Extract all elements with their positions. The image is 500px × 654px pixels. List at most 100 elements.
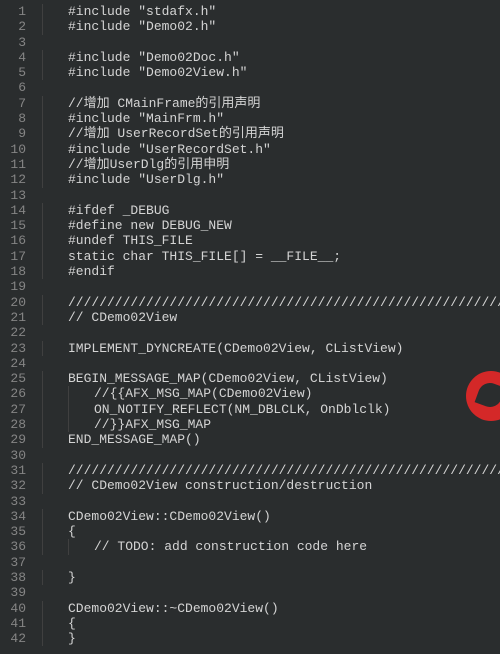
indent-guide — [42, 341, 68, 356]
code-line[interactable]: END_MESSAGE_MAP() — [42, 432, 500, 447]
indent-guide — [42, 65, 68, 80]
code-line[interactable]: #include "Demo02.h" — [42, 19, 500, 34]
indent-guide — [42, 249, 68, 264]
code-editor[interactable]: 1234567891011121314151617181920212223242… — [0, 0, 500, 654]
indent-guide — [42, 601, 68, 616]
code-line[interactable]: { — [42, 524, 500, 539]
code-text: // TODO: add construction code here — [94, 539, 367, 554]
code-line[interactable]: BEGIN_MESSAGE_MAP(CDemo02View, CListView… — [42, 371, 500, 386]
code-line[interactable]: // CDemo02View construction/destruction — [42, 478, 500, 493]
indent-guide — [68, 386, 94, 401]
code-text: { — [68, 524, 76, 539]
code-line[interactable]: #undef THIS_FILE — [42, 233, 500, 248]
code-line[interactable] — [42, 188, 500, 203]
indent-guide — [42, 509, 68, 524]
line-number: 21 — [8, 310, 26, 325]
line-number: 1 — [8, 4, 26, 19]
indent-guide — [42, 142, 68, 157]
code-text: #ifdef _DEBUG — [68, 203, 169, 218]
code-line[interactable] — [42, 325, 500, 340]
line-number: 41 — [8, 616, 26, 631]
code-line[interactable] — [42, 494, 500, 509]
code-line[interactable]: #include "UserDlg.h" — [42, 172, 500, 187]
indent-guide — [42, 463, 68, 478]
indent-guide — [42, 264, 68, 279]
code-line[interactable]: #include "stdafx.h" — [42, 4, 500, 19]
code-area[interactable]: #include "stdafx.h"#include "Demo02.h" #i… — [36, 0, 500, 654]
code-line[interactable]: // CDemo02View — [42, 310, 500, 325]
code-line[interactable]: ////////////////////////////////////////… — [42, 295, 500, 310]
code-line[interactable]: #define new DEBUG_NEW — [42, 218, 500, 233]
code-line[interactable] — [42, 279, 500, 294]
code-line[interactable]: ////////////////////////////////////////… — [42, 463, 500, 478]
indent-guide — [42, 50, 68, 65]
code-line[interactable] — [42, 585, 500, 600]
code-line[interactable]: //增加UserDlg的引用申明 — [42, 157, 500, 172]
code-line[interactable]: { — [42, 616, 500, 631]
code-text: BEGIN_MESSAGE_MAP(CDemo02View, CListView… — [68, 371, 388, 386]
code-line[interactable] — [42, 35, 500, 50]
code-line[interactable] — [42, 80, 500, 95]
line-number: 33 — [8, 494, 26, 509]
line-number: 20 — [8, 295, 26, 310]
line-number: 17 — [8, 249, 26, 264]
code-line[interactable]: #include "UserRecordSet.h" — [42, 142, 500, 157]
line-number: 7 — [8, 96, 26, 111]
indent-guide — [42, 386, 68, 401]
code-text: #include "Demo02Doc.h" — [68, 50, 240, 65]
line-number: 18 — [8, 264, 26, 279]
code-line[interactable]: //}}AFX_MSG_MAP — [42, 417, 500, 432]
code-text: // CDemo02View — [68, 310, 177, 325]
indent-guide — [42, 203, 68, 218]
indent-guide — [42, 417, 68, 432]
line-number: 4 — [8, 50, 26, 65]
code-text: //}}AFX_MSG_MAP — [94, 417, 211, 432]
code-line[interactable]: #include "Demo02Doc.h" — [42, 50, 500, 65]
indent-guide — [42, 218, 68, 233]
indent-guide — [68, 402, 94, 417]
indent-guide — [42, 126, 68, 141]
code-line[interactable]: #ifdef _DEBUG — [42, 203, 500, 218]
line-number: 15 — [8, 218, 26, 233]
line-number: 25 — [8, 371, 26, 386]
code-line[interactable]: //增加 UserRecordSet的引用声明 — [42, 126, 500, 141]
indent-guide — [42, 402, 68, 417]
indent-guide — [42, 310, 68, 325]
line-number: 42 — [8, 631, 26, 646]
code-line[interactable] — [42, 448, 500, 463]
code-line[interactable]: } — [42, 570, 500, 585]
line-number: 6 — [8, 80, 26, 95]
code-line[interactable]: //增加 CMainFrame的引用声明 — [42, 96, 500, 111]
code-line[interactable]: #include "MainFrm.h" — [42, 111, 500, 126]
code-line[interactable] — [42, 356, 500, 371]
indent-guide — [42, 539, 68, 554]
code-text: { — [68, 616, 76, 631]
code-text: #endif — [68, 264, 115, 279]
code-line[interactable]: CDemo02View::~CDemo02View() — [42, 601, 500, 616]
code-line[interactable]: } — [42, 631, 500, 646]
line-number: 32 — [8, 478, 26, 493]
code-line[interactable]: #include "Demo02View.h" — [42, 65, 500, 80]
code-text: ON_NOTIFY_REFLECT(NM_DBLCLK, OnDblclk) — [94, 402, 390, 417]
code-text: //增加UserDlg的引用申明 — [68, 157, 229, 172]
code-text: // CDemo02View construction/destruction — [68, 478, 372, 493]
line-number-gutter: 1234567891011121314151617181920212223242… — [0, 0, 36, 654]
code-line[interactable] — [42, 555, 500, 570]
code-text: ////////////////////////////////////////… — [68, 463, 500, 478]
code-line[interactable]: CDemo02View::CDemo02View() — [42, 509, 500, 524]
line-number: 14 — [8, 203, 26, 218]
line-number: 9 — [8, 126, 26, 141]
code-line[interactable]: //{{AFX_MSG_MAP(CDemo02View) — [42, 386, 500, 401]
code-line[interactable]: static char THIS_FILE[] = __FILE__; — [42, 249, 500, 264]
line-number: 30 — [8, 448, 26, 463]
code-line[interactable]: IMPLEMENT_DYNCREATE(CDemo02View, CListVi… — [42, 341, 500, 356]
code-line[interactable]: ON_NOTIFY_REFLECT(NM_DBLCLK, OnDblclk) — [42, 402, 500, 417]
code-line[interactable]: #endif — [42, 264, 500, 279]
indent-guide — [42, 371, 68, 386]
line-number: 27 — [8, 402, 26, 417]
code-text: #define new DEBUG_NEW — [68, 218, 232, 233]
code-text: #undef THIS_FILE — [68, 233, 193, 248]
code-line[interactable]: // TODO: add construction code here — [42, 539, 500, 554]
indent-guide — [42, 4, 68, 19]
indent-guide — [42, 295, 68, 310]
